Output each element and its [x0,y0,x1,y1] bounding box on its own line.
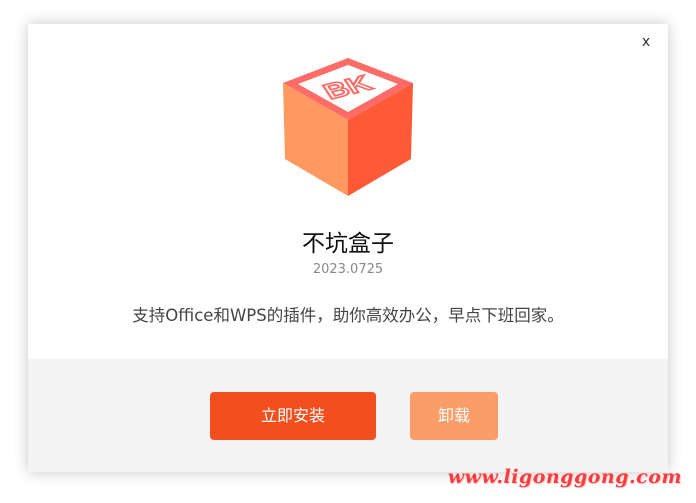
close-button[interactable]: x [636,32,656,52]
installer-dialog: x BK 不坑盒子 2023.0725 支持Office和WPS的插件，助你高效… [28,24,668,472]
dialog-footer: 立即安装 卸载 [28,359,668,472]
uninstall-button[interactable]: 卸载 [410,392,498,440]
app-version: 2023.0725 [312,262,384,277]
bk-cube-logo-icon: BK [283,58,413,196]
site-watermark: www.ligonggong.com [447,466,682,488]
app-title: 不坑盒子 [302,231,394,257]
install-button[interactable]: 立即安装 [210,392,376,440]
app-description: 支持Office和WPS的插件，助你高效办公，早点下班回家。 [132,306,564,325]
